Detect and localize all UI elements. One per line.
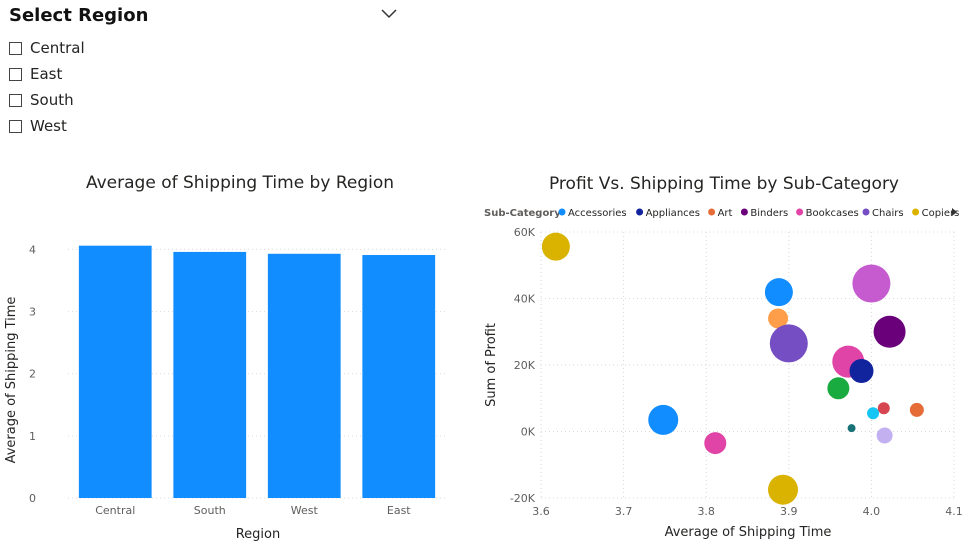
scatter-x-tick-label: 4.1 (945, 505, 963, 518)
legend-marker (636, 208, 644, 216)
legend-marker (912, 208, 920, 216)
bar-x-tick-label: Central (95, 504, 135, 517)
checkbox[interactable] (9, 93, 22, 107)
scatter-point[interactable] (867, 407, 880, 420)
scatter-point[interactable] (909, 402, 924, 417)
bar-south[interactable] (173, 251, 247, 498)
scatter-point[interactable] (827, 377, 850, 400)
scatter-point[interactable] (768, 474, 799, 505)
legend-marker (708, 208, 716, 216)
scatter-y-tick-label: 60K (514, 226, 536, 239)
slicer-option-label: East (30, 65, 63, 83)
legend-marker (862, 208, 870, 216)
bar-y-tick-label: 0 (29, 492, 36, 505)
bar-x-tick-label: West (291, 504, 319, 517)
legend-marker (740, 208, 748, 216)
scatter-point[interactable] (769, 324, 808, 363)
scatter-y-tick-label: -20K (510, 492, 536, 505)
scatter-y-tick-label: 0K (521, 426, 536, 439)
scatter-x-tick-label: 3.6 (532, 505, 550, 518)
scatter-point[interactable] (877, 402, 890, 415)
bar-chart-title: Average of Shipping Time by Region (86, 173, 394, 193)
legend-item-label[interactable]: Art (718, 208, 733, 219)
scatter-point[interactable] (764, 278, 793, 307)
legend-title: Sub-Category (484, 208, 561, 219)
scatter-chart-title: Profit Vs. Shipping Time by Sub-Category (549, 174, 899, 194)
scatter-chart-profit-vs-shipping: Profit Vs. Shipping Time by Sub-Category… (484, 174, 963, 540)
legend-item-label[interactable]: Bookcases (806, 208, 859, 219)
bar-y-tick-label: 4 (29, 243, 36, 256)
slicer-option-east[interactable]: East (9, 61, 85, 87)
checkbox[interactable] (9, 41, 22, 55)
slicer-option-central[interactable]: Central (9, 35, 85, 61)
bar-y-tick-label: 1 (29, 430, 36, 443)
scatter-point[interactable] (852, 264, 891, 303)
bar-west[interactable] (267, 253, 341, 498)
bar-chart-y-axis-label: Average of Shipping Time (4, 297, 19, 464)
scatter-point[interactable] (648, 404, 679, 435)
legend-item-label[interactable]: Chairs (872, 208, 904, 219)
scatter-x-tick-label: 4.0 (863, 505, 881, 518)
slicer-option-west[interactable]: West (9, 113, 85, 139)
bar-chart-shipping-time-by-region: Average of Shipping Time by Region 0 1 2 3 4… (4, 173, 446, 542)
legend-item-label[interactable]: Accessories (568, 208, 627, 219)
bar-central[interactable] (78, 245, 152, 498)
bar-y-tick-label: 3 (29, 306, 36, 319)
scatter-point[interactable] (847, 424, 856, 433)
scatter-y-axis-label: Sum of Profit (484, 323, 499, 407)
chevron-down-icon[interactable] (380, 6, 398, 20)
scatter-point[interactable] (541, 232, 570, 261)
scatter-point[interactable] (704, 432, 727, 455)
slicer-options: Central East South West (9, 35, 85, 139)
scatter-point[interactable] (876, 427, 893, 444)
checkbox[interactable] (9, 67, 22, 81)
slicer-title: Select Region (9, 5, 149, 26)
bar-chart-x-axis-label: Region (236, 527, 281, 542)
legend-item-label[interactable]: Appliances (646, 208, 700, 219)
scatter-x-tick-label: 3.8 (697, 505, 715, 518)
slicer-option-label: South (30, 91, 74, 109)
scatter-x-tick-label: 3.7 (615, 505, 633, 518)
scatter-x-tick-label: 3.9 (780, 505, 798, 518)
slicer-option-label: West (30, 117, 67, 135)
checkbox[interactable] (9, 119, 22, 133)
region-slicer: Select Region Central East South West (0, 0, 410, 140)
scatter-x-axis-label: Average of Shipping Time (665, 525, 832, 540)
scatter-y-tick-label: 40K (514, 293, 536, 306)
bar-y-tick-label: 2 (29, 368, 36, 381)
legend-marker (558, 208, 566, 216)
bar-east[interactable] (362, 255, 436, 498)
bar-x-tick-label: East (387, 504, 411, 517)
legend-item-label[interactable]: Binders (750, 208, 788, 219)
slicer-option-south[interactable]: South (9, 87, 85, 113)
scatter-point[interactable] (873, 315, 906, 348)
scatter-y-tick-label: 20K (514, 359, 536, 372)
scatter-legend[interactable]: Sub-Category Accessories Appliances Art Bin… (484, 208, 959, 219)
legend-marker (796, 208, 804, 216)
scatter-point[interactable] (849, 358, 874, 383)
bar-x-tick-label: South (194, 504, 226, 517)
slicer-option-label: Central (30, 39, 85, 57)
